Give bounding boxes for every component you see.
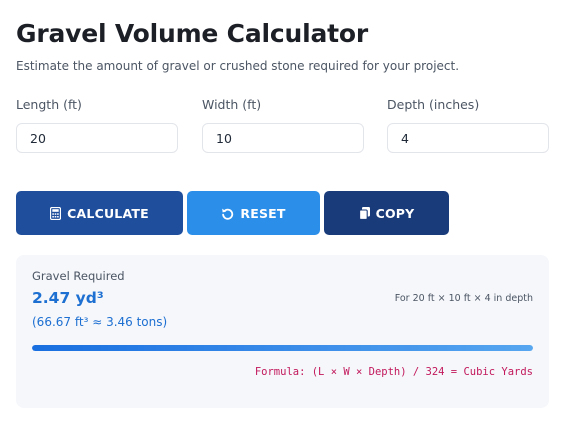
length-input[interactable] <box>16 123 178 153</box>
reset-button[interactable]: RESET <box>187 191 320 235</box>
length-label: Length (ft) <box>16 97 82 112</box>
reset-button-label: RESET <box>240 205 286 221</box>
result-conversion: (66.67 ft³ ≈ 3.46 tons) <box>32 315 168 329</box>
depth-label: Depth (inches) <box>387 97 480 112</box>
result-value: 2.47 yd³ <box>32 289 104 307</box>
result-progress-bar <box>32 345 533 351</box>
copy-button[interactable]: COPY <box>324 191 449 235</box>
page-title: Gravel Volume Calculator <box>16 19 368 48</box>
width-input[interactable] <box>202 123 364 153</box>
result-formula: Formula: (L × W × Depth) / 324 = Cubic Y… <box>254 366 533 378</box>
result-dimensions: For 20 ft × 10 ft × 4 in depth <box>394 293 533 304</box>
result-progress-fill <box>32 345 533 351</box>
copy-icon <box>358 206 370 220</box>
copy-button-label: COPY <box>375 205 415 221</box>
calculate-button[interactable]: CALCULATE <box>16 191 183 235</box>
result-label: Gravel Required <box>32 269 125 283</box>
calculator-icon <box>50 206 62 220</box>
depth-input[interactable] <box>387 123 549 153</box>
calculate-button-label: CALCULATE <box>67 205 149 221</box>
width-label: Width (ft) <box>202 97 262 112</box>
undo-icon <box>221 207 234 220</box>
page-subtitle: Estimate the amount of gravel or crushed… <box>16 59 460 73</box>
result-panel: Gravel Required 2.47 yd³ (66.67 ft³ ≈ 3.… <box>16 255 549 408</box>
